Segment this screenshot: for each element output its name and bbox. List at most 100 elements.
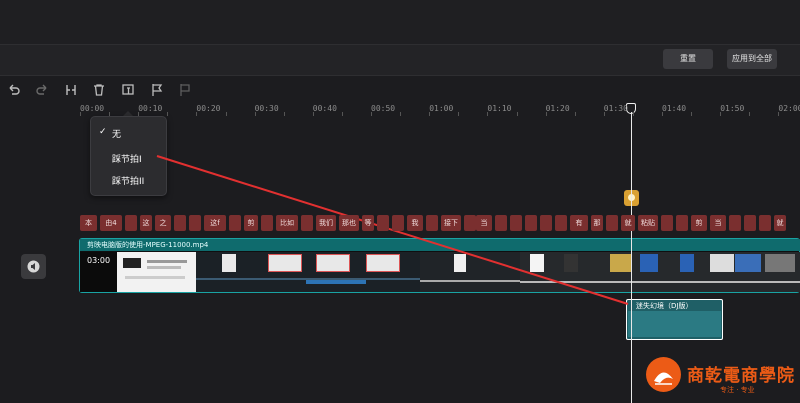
ruler-tick <box>196 112 198 116</box>
ruler-tick <box>749 112 751 116</box>
ruler-tick-label: 00:30 <box>254 104 279 113</box>
caption-chip[interactable] <box>661 215 673 231</box>
caption-chip[interactable]: 我 <box>407 215 423 231</box>
ruler-tick-label: 00:20 <box>196 104 221 113</box>
caption-chip[interactable]: 比如 <box>276 215 298 231</box>
ruler-tick <box>341 112 343 116</box>
video-thumbnail <box>520 252 800 292</box>
ruler-tick-label: 01:40 <box>662 104 687 113</box>
mute-audio-button[interactable] <box>21 254 46 279</box>
ruler-tick <box>312 112 314 116</box>
caption-chip[interactable]: 就 <box>774 215 786 231</box>
caption-chip[interactable] <box>676 215 688 231</box>
brand-logo-icon <box>646 357 681 392</box>
caption-chip[interactable]: 就 <box>621 215 635 231</box>
caption-chip[interactable] <box>261 215 273 231</box>
caption-chip[interactable]: 那 <box>591 215 603 231</box>
caption-chip[interactable] <box>606 215 618 231</box>
ruler-tick <box>691 112 693 116</box>
ruler-tick <box>109 112 111 116</box>
caption-chip[interactable] <box>426 215 438 231</box>
ruler-tick <box>720 112 722 116</box>
ruler-tick-label: 00:00 <box>80 104 105 113</box>
menu-item-beat-2[interactable]: 踩节拍II <box>112 174 144 187</box>
check-icon: ✓ <box>99 127 107 137</box>
ruler-tick <box>138 112 140 116</box>
ruler-tick <box>487 112 489 116</box>
caption-chip[interactable]: 粘贴 <box>638 215 658 231</box>
caption-chip[interactable] <box>377 215 389 231</box>
ruler-tick-label: 01:10 <box>487 104 512 113</box>
ruler-tick <box>254 112 256 116</box>
reset-button[interactable]: 重置 <box>663 49 713 69</box>
caption-chip[interactable] <box>555 215 567 231</box>
caption-chip[interactable] <box>174 215 186 231</box>
ruler-tick <box>400 112 402 116</box>
flag-icon[interactable] <box>149 82 165 98</box>
caption-chip[interactable] <box>125 215 137 231</box>
ruler-tick-label: 01:30 <box>603 104 628 113</box>
ruler-tick <box>603 112 605 116</box>
audio-clip-waveform <box>628 311 721 337</box>
ruler-tick-label: 02:00 <box>778 104 800 113</box>
caption-chip[interactable]: 有 <box>570 215 588 231</box>
redo-icon[interactable] <box>34 82 50 98</box>
video-thumbnail <box>196 252 420 292</box>
caption-chip[interactable] <box>229 215 241 231</box>
caption-chip[interactable] <box>744 215 756 231</box>
caption-chip[interactable] <box>301 215 313 231</box>
brand-name: 商乾電商學院 <box>687 366 795 386</box>
caption-chip[interactable] <box>540 215 552 231</box>
caption-chip[interactable]: 这 <box>140 215 152 231</box>
ruler-tick <box>545 112 547 116</box>
ruler-tick <box>371 112 372 116</box>
caption-chip[interactable] <box>729 215 741 231</box>
caption-chip[interactable]: 剪 <box>244 215 258 231</box>
preview-panel <box>0 0 800 44</box>
playhead-line[interactable] <box>631 112 632 403</box>
ruler-tick-label: 00:50 <box>371 104 396 113</box>
caption-chip[interactable]: 当 <box>476 215 492 231</box>
caption-chip[interactable]: 之 <box>155 215 171 231</box>
caption-chip[interactable] <box>392 215 404 231</box>
video-duration: 03:00 <box>87 256 111 265</box>
ruler-tick-label: 00:10 <box>138 104 163 113</box>
ruler-tick <box>778 112 780 116</box>
caption-chip[interactable] <box>189 215 201 231</box>
caption-chip[interactable]: 等 <box>362 215 374 231</box>
undo-icon[interactable] <box>6 82 22 98</box>
brand-tagline: 专注 · 专业 <box>720 386 755 394</box>
ruler-tick-label: 01:20 <box>545 104 570 113</box>
caption-chip[interactable] <box>495 215 507 231</box>
caption-chip[interactable] <box>525 215 537 231</box>
caption-chip[interactable]: 当 <box>710 215 726 231</box>
video-clip-title: 剪映电脑版的使用-MPEG-11000.mp4 <box>87 241 209 249</box>
menu-item-beat-1[interactable]: 踩节拍I <box>112 152 142 165</box>
ruler-tick-label: 01:50 <box>720 104 745 113</box>
caption-chip[interactable]: 我们 <box>316 215 336 231</box>
caption-chip[interactable]: 由4 <box>100 215 122 231</box>
apply-all-button[interactable]: 应用到全部 <box>727 49 777 69</box>
flag-disabled-icon[interactable] <box>177 82 193 98</box>
auto-beat-icon[interactable] <box>120 82 136 98</box>
ruler-tick <box>662 112 663 116</box>
caption-chip[interactable]: 剪 <box>691 215 707 231</box>
caption-chip[interactable]: 那也 <box>339 215 359 231</box>
caption-chip[interactable] <box>759 215 771 231</box>
ruler-tick <box>429 112 431 116</box>
caption-chip[interactable]: 本 <box>80 215 97 231</box>
ruler-tick <box>632 112 634 116</box>
menu-item-none[interactable]: 无 <box>112 127 121 140</box>
ruler-tick <box>574 112 576 116</box>
editor-window: 重置 应用到全部 剪映电脑版的使用-MPEG-11000.mp4 03:00 迷… <box>0 0 800 403</box>
delete-icon[interactable] <box>91 82 107 98</box>
ruler-tick <box>516 112 518 116</box>
ruler-tick <box>458 112 460 116</box>
caption-chip[interactable] <box>464 215 476 231</box>
audio-clip-title: 迷失幻境（DJ版） <box>636 302 693 310</box>
caption-chip[interactable]: 接下 <box>441 215 461 231</box>
caption-chip[interactable]: 这f <box>204 215 226 231</box>
caption-chip[interactable] <box>510 215 522 231</box>
split-icon[interactable] <box>63 82 79 98</box>
ruler-tick <box>225 112 227 116</box>
